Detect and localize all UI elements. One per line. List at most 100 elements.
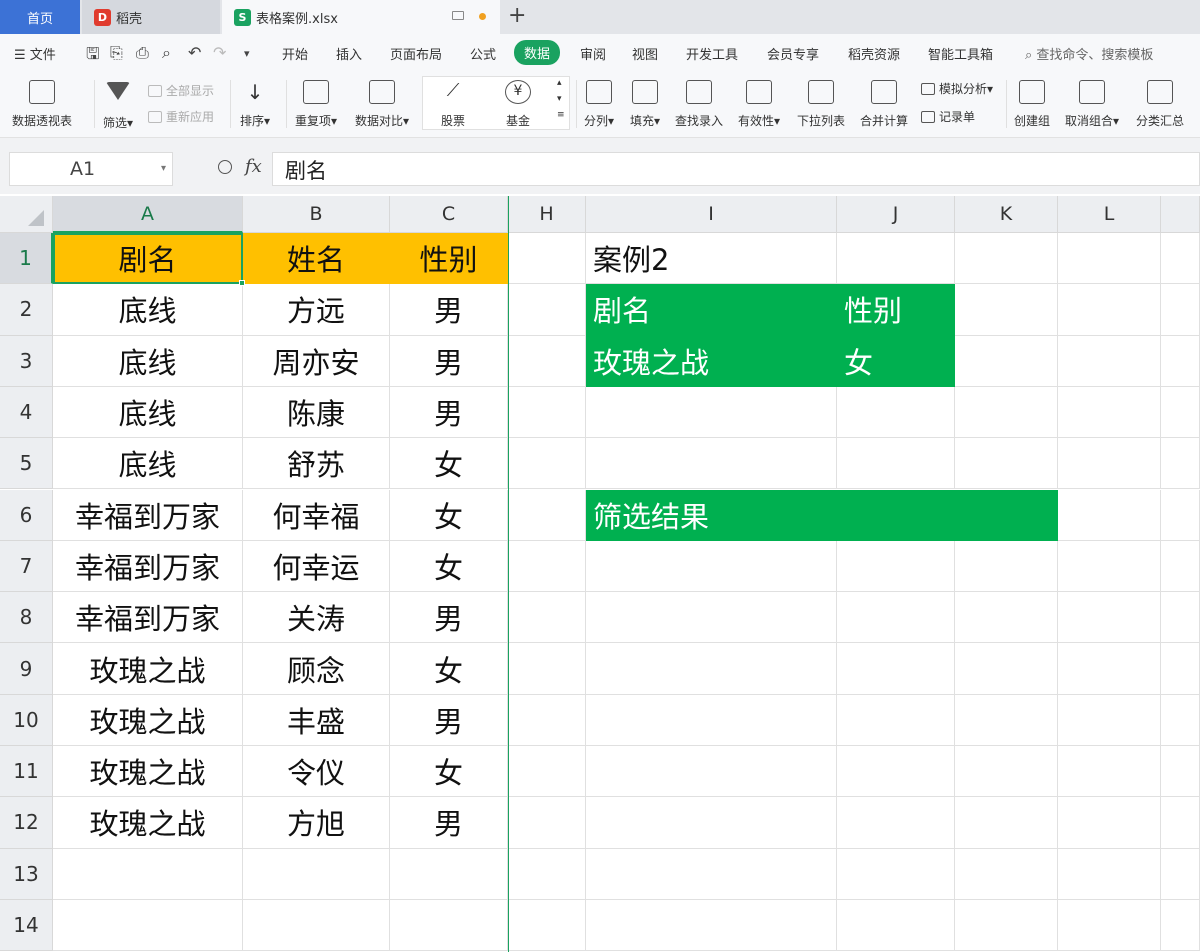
cell[interactable] — [1058, 233, 1161, 285]
cell[interactable] — [1161, 386, 1200, 439]
cell[interactable] — [508, 694, 586, 746]
validity-button[interactable]: 有效性▾ — [738, 80, 780, 129]
cell[interactable] — [1058, 746, 1161, 798]
save-icon[interactable]: 🖫 — [86, 43, 100, 70]
chevron-down-icon[interactable]: ▾ — [161, 163, 166, 174]
cell[interactable] — [1161, 899, 1200, 952]
new-tab-plus-icon[interactable]: + — [508, 3, 526, 28]
cell[interactable] — [837, 848, 955, 900]
menu-item-view[interactable]: 视图 — [632, 44, 658, 63]
row-header[interactable]: 9 — [0, 643, 53, 695]
cell[interactable] — [243, 899, 390, 952]
cell[interactable] — [508, 540, 586, 593]
subtotal-button[interactable]: 分类汇总 — [1136, 80, 1184, 129]
file-menu-button[interactable]: ☰ 文件 — [14, 44, 56, 63]
cell[interactable] — [586, 694, 837, 746]
cell[interactable] — [955, 694, 1058, 746]
cell[interactable] — [955, 643, 1058, 695]
redo-icon[interactable]: ↷ — [213, 43, 226, 62]
cell[interactable] — [955, 848, 1058, 900]
row-header[interactable]: 7 — [0, 540, 53, 593]
zoom-search-icon[interactable] — [218, 160, 232, 174]
cell[interactable] — [1058, 899, 1161, 952]
table-cell[interactable]: 丰盛 — [243, 694, 390, 746]
column-header[interactable]: H — [508, 196, 586, 233]
cell[interactable] — [508, 284, 586, 336]
criteria-value-cell[interactable]: 玫瑰之战 — [586, 335, 837, 387]
command-search[interactable]: ⌕ 查找命令、搜索模板 — [1025, 44, 1153, 63]
row-header[interactable]: 5 — [0, 438, 53, 490]
row-header[interactable]: 1 — [0, 233, 53, 285]
menu-item-start[interactable]: 开始 — [282, 44, 308, 63]
table-cell[interactable]: 陈康 — [243, 386, 390, 439]
select-all-corner[interactable] — [0, 196, 53, 233]
cell[interactable] — [1161, 746, 1200, 798]
customize-chevron-icon[interactable]: ▾ — [244, 47, 250, 60]
cell[interactable] — [586, 540, 837, 593]
criteria-value-cell[interactable]: 女 — [837, 335, 955, 387]
cell[interactable] — [1161, 438, 1200, 490]
filter-result-label-cell[interactable]: 筛选结果 — [586, 489, 1058, 541]
cell[interactable] — [508, 848, 586, 900]
row-header[interactable]: 12 — [0, 797, 53, 849]
table-cell[interactable]: 幸福到万家 — [53, 489, 243, 541]
cell[interactable] — [955, 335, 1058, 387]
table-cell[interactable]: 关涛 — [243, 592, 390, 644]
cell[interactable] — [53, 899, 243, 952]
cell[interactable] — [586, 848, 837, 900]
fx-insert-function-icon[interactable]: fx — [245, 156, 262, 177]
row-header[interactable]: 14 — [0, 899, 53, 952]
cell[interactable] — [586, 899, 837, 952]
column-header[interactable] — [1161, 196, 1200, 233]
table-cell[interactable]: 玫瑰之战 — [53, 797, 243, 849]
menu-item-smart-toolbox[interactable]: 智能工具箱 — [928, 44, 993, 63]
table-cell[interactable]: 幸福到万家 — [53, 592, 243, 644]
menu-item-review[interactable]: 审阅 — [580, 44, 606, 63]
menu-item-developer[interactable]: 开发工具 — [686, 44, 738, 63]
cell[interactable] — [508, 746, 586, 798]
duplicates-button[interactable]: 重复项▾ — [295, 80, 337, 129]
column-header[interactable]: L — [1058, 196, 1161, 233]
cell[interactable] — [837, 746, 955, 798]
cell[interactable] — [1161, 694, 1200, 746]
table-header-cell[interactable]: 剧名 — [53, 233, 243, 285]
data-compare-button[interactable]: 数据对比▾ — [355, 80, 409, 129]
split-column-button[interactable]: 分列▾ — [584, 80, 614, 129]
print-preview-icon[interactable]: ⌕ — [162, 43, 171, 63]
table-cell[interactable]: 男 — [390, 797, 508, 849]
table-cell[interactable]: 男 — [390, 694, 508, 746]
gallery-scroll-down-icon[interactable]: ▾ — [557, 94, 562, 104]
table-cell[interactable]: 底线 — [53, 438, 243, 490]
menu-item-member[interactable]: 会员专享 — [767, 44, 819, 63]
cell[interactable] — [955, 284, 1058, 336]
tab-spreadsheet-file[interactable]: S 表格案例.xlsx — [222, 0, 500, 34]
table-cell[interactable]: 顾念 — [243, 643, 390, 695]
export-icon[interactable]: ⎘ — [110, 43, 123, 63]
consolidate-button[interactable]: 合并计算 — [860, 80, 908, 129]
filter-button[interactable]: 筛选▾ — [103, 80, 133, 131]
menu-item-page-layout[interactable]: 页面布局 — [390, 44, 442, 63]
table-cell[interactable]: 底线 — [53, 284, 243, 336]
cell[interactable] — [955, 746, 1058, 798]
column-header[interactable]: A — [53, 196, 243, 233]
lookup-entry-button[interactable]: 查找录入 — [675, 80, 723, 129]
cell[interactable] — [586, 746, 837, 798]
ungroup-button[interactable]: 取消组合▾ — [1065, 80, 1119, 129]
cell[interactable] — [390, 899, 508, 952]
table-cell[interactable]: 底线 — [53, 386, 243, 439]
cell[interactable] — [955, 899, 1058, 952]
print-icon[interactable]: ⎙ — [136, 43, 149, 63]
column-header[interactable]: B — [243, 196, 390, 233]
row-header[interactable]: 3 — [0, 335, 53, 387]
row-header[interactable]: 13 — [0, 848, 53, 900]
cell[interactable] — [1161, 848, 1200, 900]
criteria-title-cell[interactable]: 案例2 — [586, 233, 837, 285]
row-header[interactable]: 6 — [0, 489, 53, 541]
cell[interactable] — [1161, 489, 1200, 541]
table-cell[interactable]: 女 — [390, 438, 508, 490]
cell[interactable] — [1058, 438, 1161, 490]
cell[interactable] — [508, 797, 586, 849]
fill-button[interactable]: 填充▾ — [630, 80, 660, 129]
cell[interactable] — [508, 438, 586, 490]
table-cell[interactable]: 玫瑰之战 — [53, 746, 243, 798]
